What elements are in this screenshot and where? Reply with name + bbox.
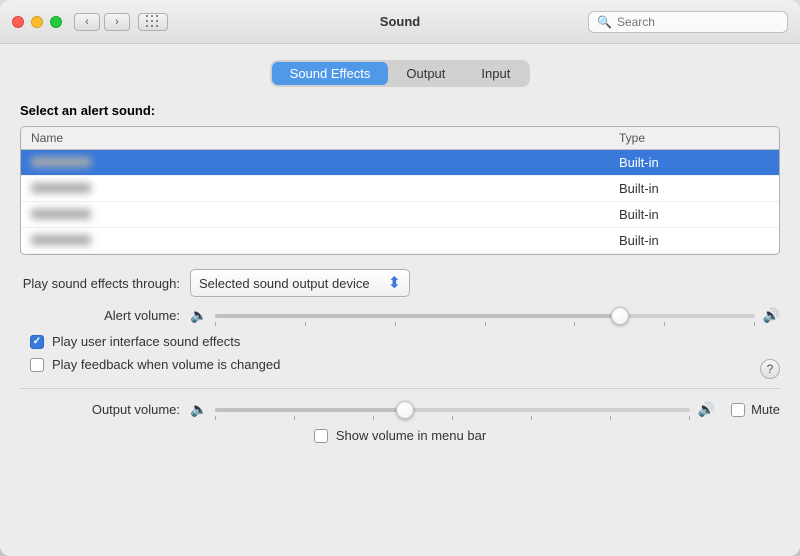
close-button[interactable] bbox=[12, 16, 24, 28]
tab-bar: Sound Effects Output Input bbox=[20, 60, 780, 87]
play-through-row: Play sound effects through: Selected sou… bbox=[20, 269, 780, 297]
ui-sounds-checkbox[interactable] bbox=[30, 335, 44, 349]
alert-volume-label: Alert volume: bbox=[20, 308, 180, 323]
output-volume-slider[interactable] bbox=[215, 408, 689, 412]
row-type: Built-in bbox=[619, 181, 769, 196]
feedback-checkbox[interactable] bbox=[30, 358, 44, 372]
forward-button[interactable]: › bbox=[104, 13, 130, 31]
slider-ticks bbox=[215, 322, 754, 326]
grid-icon bbox=[146, 15, 160, 29]
mute-checkbox[interactable] bbox=[731, 403, 745, 417]
header-type: Type bbox=[619, 131, 769, 145]
alert-sound-label: Select an alert sound: bbox=[20, 103, 780, 118]
alert-volume-slider-container: 🔈 🔊 bbox=[190, 307, 780, 324]
search-icon: 🔍 bbox=[597, 15, 612, 29]
search-input[interactable] bbox=[617, 15, 779, 29]
output-volume-row: Output volume: 🔈 🔊 Mute bbox=[20, 401, 780, 418]
row-name-blurred bbox=[31, 155, 619, 170]
feedback-row-wrapper: Play feedback when volume is changed ? bbox=[20, 357, 780, 380]
show-volume-row: Show volume in menu bar bbox=[20, 428, 780, 443]
slider-fill bbox=[215, 314, 619, 318]
main-window: ‹ › Sound 🔍 Sound Effects Output Input bbox=[0, 0, 800, 556]
row-type: Built-in bbox=[619, 155, 769, 170]
sound-list: Name Type Built-in Built-in Built-in Bui… bbox=[20, 126, 780, 255]
show-volume-label: Show volume in menu bar bbox=[336, 428, 486, 443]
row-name-blurred bbox=[31, 233, 619, 248]
play-through-label: Play sound effects through: bbox=[20, 276, 180, 291]
mute-container: Mute bbox=[731, 402, 780, 417]
ui-sounds-label: Play user interface sound effects bbox=[52, 334, 240, 349]
volume-high-icon: 🔊 bbox=[763, 307, 780, 324]
table-row[interactable]: Built-in bbox=[21, 176, 779, 202]
alert-volume-slider[interactable] bbox=[215, 314, 754, 318]
show-volume-checkbox[interactable] bbox=[314, 429, 328, 443]
output-volume-label: Output volume: bbox=[20, 402, 180, 417]
play-through-dropdown[interactable]: Selected sound output device ⬍ bbox=[190, 269, 410, 297]
tab-input[interactable]: Input bbox=[463, 62, 528, 85]
divider bbox=[20, 388, 780, 389]
back-button[interactable]: ‹ bbox=[74, 13, 100, 31]
help-button[interactable]: ? bbox=[760, 359, 780, 379]
table-row[interactable]: Built-in bbox=[21, 150, 779, 176]
dropdown-arrow-icon: ⬍ bbox=[388, 273, 401, 293]
row-type: Built-in bbox=[619, 233, 769, 248]
mute-label: Mute bbox=[751, 402, 780, 417]
row-name-blurred bbox=[31, 181, 619, 196]
header-name: Name bbox=[31, 131, 619, 145]
window-title: Sound bbox=[380, 14, 420, 29]
output-slider-fill bbox=[215, 408, 405, 412]
output-slider-ticks bbox=[215, 416, 689, 420]
grid-button[interactable] bbox=[138, 13, 168, 31]
dropdown-value: Selected sound output device bbox=[199, 276, 370, 291]
table-row[interactable]: Built-in bbox=[21, 228, 779, 254]
tab-group: Sound Effects Output Input bbox=[270, 60, 531, 87]
output-volume-low-icon: 🔈 bbox=[190, 401, 207, 418]
ui-sounds-row: Play user interface sound effects bbox=[20, 334, 780, 349]
window-controls bbox=[12, 16, 62, 28]
titlebar: ‹ › Sound 🔍 bbox=[0, 0, 800, 44]
minimize-button[interactable] bbox=[31, 16, 43, 28]
maximize-button[interactable] bbox=[50, 16, 62, 28]
feedback-label: Play feedback when volume is changed bbox=[52, 357, 280, 372]
row-type: Built-in bbox=[619, 207, 769, 222]
row-name-blurred bbox=[31, 207, 619, 222]
feedback-row: Play feedback when volume is changed bbox=[20, 357, 760, 372]
output-volume-high-icon: 🔊 bbox=[698, 401, 715, 418]
table-row[interactable]: Built-in bbox=[21, 202, 779, 228]
content-area: Sound Effects Output Input Select an ale… bbox=[0, 44, 800, 556]
alert-volume-row: Alert volume: 🔈 🔊 bbox=[20, 307, 780, 324]
output-volume-slider-container: 🔈 🔊 bbox=[190, 401, 715, 418]
tab-sound-effects[interactable]: Sound Effects bbox=[272, 62, 389, 85]
list-header: Name Type bbox=[21, 127, 779, 150]
volume-low-icon: 🔈 bbox=[190, 307, 207, 324]
tab-output[interactable]: Output bbox=[388, 62, 463, 85]
search-box[interactable]: 🔍 bbox=[588, 11, 788, 33]
nav-buttons: ‹ › bbox=[74, 13, 130, 31]
